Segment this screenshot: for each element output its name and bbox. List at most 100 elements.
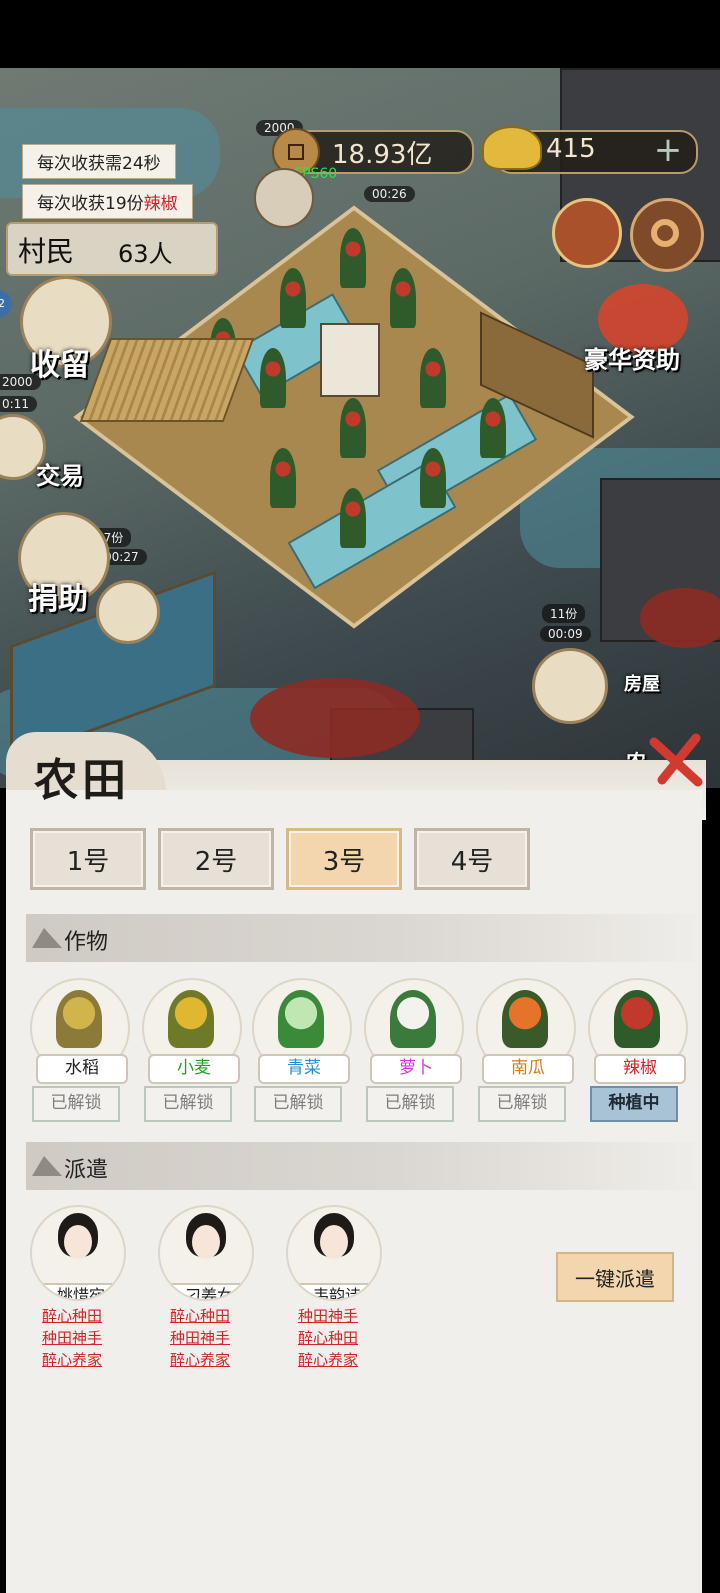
worker-trait: 种田神手 [170,1329,231,1347]
gear-icon[interactable] [630,198,704,272]
thatched-shed [79,338,255,422]
crop-portrait: 辣椒 [588,978,688,1084]
pumpkin-icon [502,990,548,1048]
mountain-icon [32,1156,62,1176]
chili-plant [270,448,296,508]
plant-harvest-icon[interactable] [532,648,608,724]
avatar[interactable] [254,168,314,228]
crop-name: 青菜 [258,1054,350,1084]
greens-icon [278,990,324,1048]
chili-plant [340,398,366,458]
crop-portrait: 水稻 [30,978,130,1084]
timer-text: 00:09 [540,626,591,642]
chili-plant [420,448,446,508]
donate-label: 捐助 [28,582,88,617]
face-shape [64,1225,92,1259]
red-tree [640,588,720,648]
worker-name: 韦韵诗 [292,1283,380,1299]
worker-trait: 醉心种田 [42,1307,103,1325]
crop-status-button[interactable]: 已解锁 [366,1086,454,1122]
face-shape [192,1225,220,1259]
dispatch-section-title: 派遣 [64,1158,109,1183]
worker-trait: 醉心种田 [298,1329,359,1347]
chili-plant [260,348,286,408]
villagers-display[interactable]: 村民 63人 [6,222,218,276]
luxury-support-label[interactable]: 豪华资助 [584,340,680,375]
crop-status-button[interactable]: 已解锁 [32,1086,120,1122]
coins-value: 18.93亿 [332,140,433,170]
gold-display[interactable]: 415 + [482,126,698,174]
timer-text: 00:26 [364,186,415,202]
crop-card[interactable]: 辣椒 种植中 [588,978,688,1122]
crop-card[interactable]: 水稻 已解锁 [30,978,130,1122]
timer-text: 2000 [0,374,41,390]
villagers-count: 63人 [118,240,173,268]
chili-plant [480,398,506,458]
crop-card[interactable]: 青菜 已解锁 [252,978,352,1122]
harvest-amount-text: 每次收获19份 [37,194,144,214]
chili-plant [420,348,446,408]
crops-section-header: 作物 [26,914,696,962]
harvest-amount-label: 每次收获19份辣椒 [22,184,193,219]
worker-portrait: 姚惜宛 [30,1205,126,1301]
add-gold-icon[interactable]: + [648,132,688,170]
worker-portrait: 刁姜女 [158,1205,254,1301]
crop-card[interactable]: 小麦 已解锁 [142,978,242,1122]
worker-portrait: 韦韵诗 [286,1205,382,1301]
crop-portrait: 青菜 [252,978,352,1084]
worker-trait: 醉心养家 [298,1351,359,1369]
timer-text: 11份 [542,604,586,623]
crops-section-title: 作物 [64,930,109,955]
house-label: 房屋 [624,674,660,695]
crop-card[interactable]: 萝卜 已解锁 [364,978,464,1122]
worker-trait: 醉心养家 [170,1351,231,1369]
tab-3[interactable]: 3号 [286,828,402,890]
close-icon[interactable] [648,732,704,788]
red-tree [250,678,420,758]
face-shape [320,1225,348,1259]
crop-status-button[interactable]: 种植中 [590,1086,678,1122]
gold-ingot-icon [482,126,542,170]
harvest-crop-name: 辣椒 [143,194,178,214]
tab-1[interactable]: 1号 [30,828,146,890]
harvest-interval-label: 每次收获需24秒 [22,144,176,179]
scroll-icon[interactable] [552,198,622,268]
crop-status-button[interactable]: 已解锁 [254,1086,342,1122]
chili-plant [280,268,306,328]
crop-card[interactable]: 南瓜 已解锁 [476,978,576,1122]
crop-name: 小麦 [148,1054,240,1084]
worker-card[interactable]: 姚惜宛醉心种田种田神手醉心养家 [30,1205,130,1369]
crop-status-button[interactable]: 已解锁 [144,1086,232,1122]
worker-trait: 种田神手 [42,1329,103,1347]
rice-icon [56,990,102,1048]
worker-name: 姚惜宛 [36,1283,124,1299]
crop-name: 萝卜 [370,1054,462,1084]
worker-trait: 醉心种田 [170,1307,231,1325]
chili-icon [614,990,660,1048]
lobster-icon[interactable] [96,580,160,644]
windmill [320,323,380,397]
dispatch-section-header: 派遣 [26,1142,696,1190]
worker-trait: 醉心养家 [42,1351,103,1369]
worker-card[interactable]: 韦韵诗种田神手醉心种田醉心养家 [286,1205,386,1369]
villagers-label: 村民 [18,235,75,268]
crop-portrait: 南瓜 [476,978,576,1084]
chili-plant [340,228,366,288]
dispatch-all-button[interactable]: 一键派遣 [556,1252,674,1302]
radish-icon [390,990,436,1048]
worker-card[interactable]: 刁姜女醉心种田种田神手醉心养家 [158,1205,258,1369]
chili-plant [340,488,366,548]
gold-value: 415 [546,134,596,164]
tab-2[interactable]: 2号 [158,828,274,890]
timer-text: 0:11 [0,396,37,412]
worker-trait: 种田神手 [298,1307,359,1325]
crop-name: 辣椒 [594,1054,686,1084]
panel-title: 农田 [34,755,130,806]
tab-4[interactable]: 4号 [414,828,530,890]
farm-panel [6,790,702,1593]
mountain-icon [32,928,62,948]
crop-name: 水稻 [36,1054,128,1084]
trade-label: 交易 [36,461,84,490]
crop-portrait: 小麦 [142,978,242,1084]
crop-status-button[interactable]: 已解锁 [478,1086,566,1122]
